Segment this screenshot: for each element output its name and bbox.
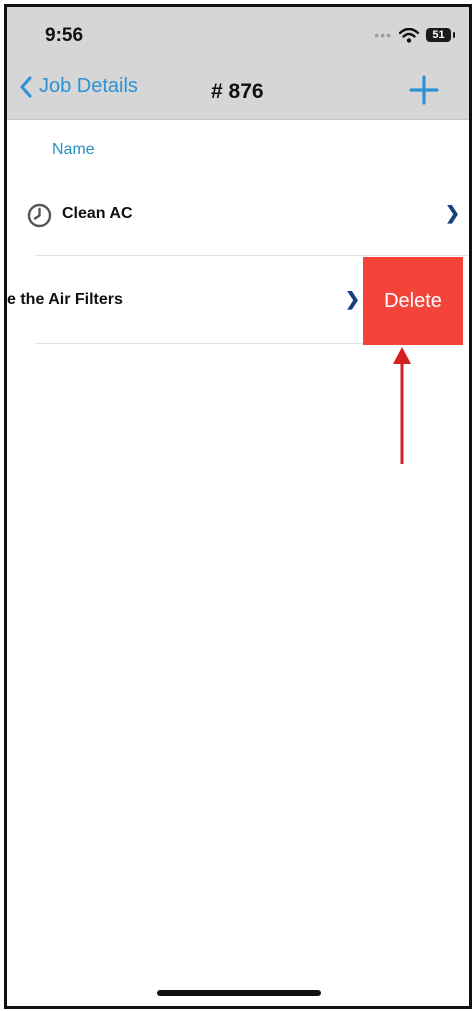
list-item[interactable]: Clean AC ❯ [7, 167, 469, 256]
battery-icon: 51 [426, 28, 455, 42]
divider [35, 343, 363, 344]
wifi-icon [399, 27, 419, 43]
chevron-right-icon[interactable]: ❯ [445, 203, 460, 224]
home-indicator [157, 990, 321, 996]
chevron-right-icon[interactable]: ❯ [345, 289, 360, 310]
annotation-arrow-icon [393, 347, 411, 464]
clock-icon [27, 203, 52, 228]
add-icon[interactable] [409, 75, 439, 105]
back-label: Job Details [39, 75, 138, 97]
list-item-label: e the Air Filters [7, 291, 123, 308]
status-time: 9:56 [45, 25, 84, 46]
list-item-label: Clean AC [62, 205, 133, 222]
chevron-left-icon [20, 76, 32, 97]
nav-bar: 9:56 ••• 51 Job Details # 876 [7, 7, 469, 120]
list-item-swiped[interactable]: e the Air Filters ❯ Delete [7, 257, 469, 345]
page-title: # 876 [211, 80, 264, 103]
back-button[interactable]: Job Details [19, 75, 138, 98]
delete-button[interactable]: Delete [363, 257, 463, 345]
status-icons: ••• 51 [374, 27, 455, 43]
signal-dots-icon: ••• [374, 27, 392, 43]
phone-screen: 9:56 ••• 51 Job Details # 876 Name Clean… [4, 4, 472, 1009]
column-header-name: Name [52, 141, 95, 158]
divider [35, 255, 469, 256]
